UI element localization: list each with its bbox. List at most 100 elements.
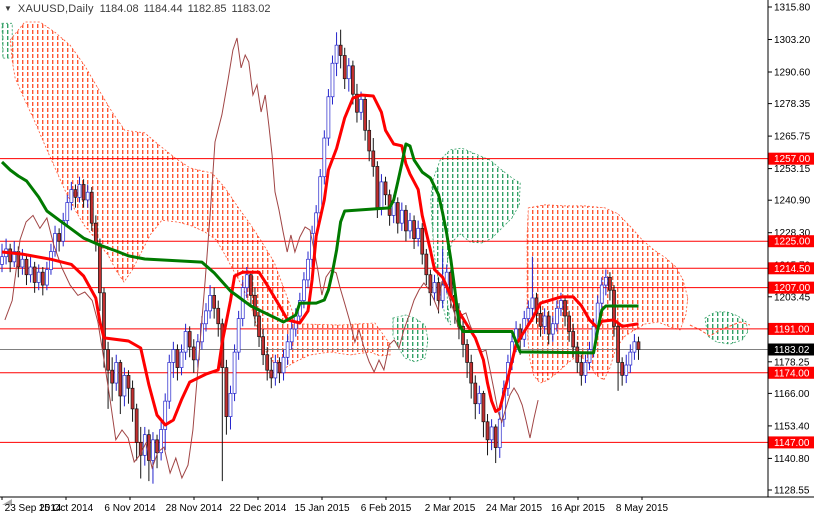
candle-body — [114, 362, 119, 384]
level-price-badge-label: 1214.50 — [774, 264, 811, 275]
chart-header: ▼ XAUUSD,Daily 1184.08 1184.44 1182.85 1… — [4, 3, 270, 15]
candle-body — [302, 279, 306, 301]
candle-body — [249, 274, 253, 296]
candle-body — [191, 346, 196, 361]
candle-body — [424, 253, 429, 276]
candle-body — [151, 439, 155, 461]
date-tick-label: 28 Nov 2014 — [166, 503, 223, 514]
candle-body — [36, 271, 41, 283]
price-tick-label: 1265.75 — [774, 132, 811, 143]
candle-body — [32, 266, 37, 283]
candle-body — [208, 295, 212, 312]
date-tick-label: 15 Jan 2015 — [294, 503, 349, 514]
candle-body — [432, 282, 437, 294]
candle-body — [542, 315, 547, 327]
candle-body — [624, 364, 629, 376]
low-value: 1182.85 — [187, 3, 227, 15]
candle-body — [155, 439, 159, 454]
candle-body — [89, 191, 94, 224]
candle-body — [530, 297, 535, 309]
candle-body — [65, 202, 70, 221]
candle-body — [477, 393, 482, 405]
price-tick-label: 1166.00 — [774, 389, 810, 400]
candle-body — [489, 426, 494, 441]
candle-body — [277, 362, 282, 374]
price-tick-label: 1278.35 — [774, 99, 811, 110]
candle-body — [620, 362, 625, 376]
candle-body — [126, 374, 131, 389]
candle-body — [187, 331, 192, 348]
senkou-cloud-green — [704, 311, 749, 345]
open-value: 1184.08 — [99, 3, 139, 15]
senkou-cloud-red — [526, 204, 689, 384]
candle-body — [395, 202, 400, 224]
level-price-badge-label: 1257.00 — [774, 154, 811, 165]
candle-body — [334, 44, 339, 64]
candle-body — [130, 387, 135, 410]
candle-body — [118, 362, 123, 397]
candle-body — [224, 367, 229, 417]
candle-body — [273, 362, 278, 379]
candle-body — [134, 408, 139, 443]
candle-body — [69, 189, 74, 203]
price-tick-label: 1315.80 — [774, 3, 811, 14]
level-price-badge-label: 1191.00 — [774, 324, 810, 335]
candle-body — [45, 269, 49, 286]
candle-body — [106, 349, 110, 371]
candle-body — [526, 307, 531, 319]
price-tick-label: 1178.25 — [774, 357, 810, 368]
candle-body — [0, 256, 4, 265]
candle-body — [375, 166, 380, 209]
candle-body — [269, 369, 274, 379]
candle-body — [338, 44, 343, 56]
candle-body — [379, 181, 384, 209]
candle-body — [57, 233, 61, 242]
candle-body — [567, 315, 571, 332]
candle-body — [416, 227, 421, 239]
candle-body — [493, 426, 498, 448]
candle-body — [497, 418, 502, 448]
candle-body — [183, 331, 188, 353]
candle-body — [285, 341, 290, 358]
candle-body — [359, 98, 363, 113]
candle-body — [8, 248, 13, 263]
candle-body — [167, 362, 172, 402]
candle-body — [228, 393, 233, 417]
candle-body — [473, 382, 478, 405]
candle-body — [257, 315, 261, 338]
candle-body — [179, 351, 184, 368]
candle-body — [330, 62, 335, 98]
candle-body — [599, 284, 604, 304]
candle-body — [412, 220, 416, 239]
symbol-period-label: XAUUSD,Daily — [17, 3, 94, 15]
candle-body — [579, 362, 584, 376]
candle-body — [122, 374, 127, 397]
price-tick-label: 1253.15 — [774, 164, 811, 175]
candle-body — [175, 349, 180, 368]
candle-body — [420, 227, 425, 255]
candle-body — [571, 331, 576, 348]
date-tick-label: 24 Mar 2015 — [486, 503, 543, 514]
ohlc-values: 1184.08 1184.44 1182.85 1183.02 — [100, 3, 271, 15]
collapse-chart-icon[interactable]: ▼ — [4, 5, 12, 13]
candle-body — [73, 189, 78, 198]
candle-body — [244, 274, 249, 288]
candle-body — [77, 184, 82, 198]
candle-body — [20, 258, 25, 268]
candle-body — [616, 325, 620, 363]
candle-body — [546, 315, 551, 335]
candle-body — [98, 243, 102, 294]
candle-body — [306, 258, 310, 281]
candle-body — [408, 220, 412, 232]
level-price-badge-label: 1225.00 — [774, 237, 811, 248]
date-tick-label: 6 Feb 2015 — [361, 503, 412, 514]
candle-body — [232, 351, 237, 394]
candle-body — [342, 55, 347, 80]
current-price-badge-label: 1183.02 — [774, 345, 810, 356]
candle-body — [40, 271, 45, 286]
candle-body — [253, 295, 257, 317]
price-chart[interactable]: 1315.80 1303.20 1290.60 1278.35 1265.75 1253.… — [0, 0, 814, 516]
level-price-badge-label: 1147.00 — [774, 438, 810, 449]
candle-body — [583, 362, 588, 376]
candle-body — [281, 356, 286, 374]
